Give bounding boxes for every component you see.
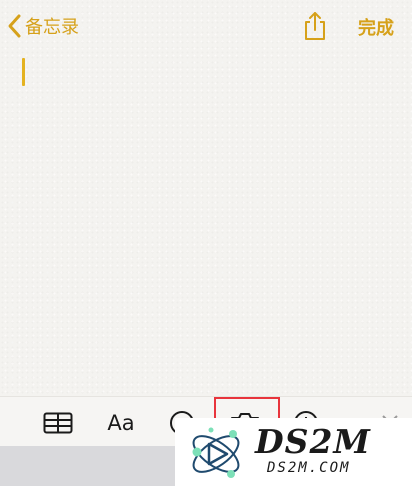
- chevron-left-icon: [8, 14, 21, 38]
- text-cursor: [22, 58, 25, 86]
- back-button[interactable]: 备忘录: [6, 10, 79, 42]
- share-button[interactable]: [301, 10, 329, 42]
- watermark-subtitle: DS2M.COM: [267, 460, 351, 476]
- watermark-title: DS2M: [255, 422, 371, 461]
- table-button[interactable]: [42, 409, 74, 437]
- table-icon: [43, 412, 73, 434]
- format-button[interactable]: Aa: [104, 409, 138, 437]
- share-icon: [305, 12, 325, 40]
- format-text-icon: Aa: [107, 411, 135, 435]
- back-button-label: 备忘录: [25, 17, 79, 38]
- atom-logo-icon: [192, 427, 240, 478]
- done-button[interactable]: 完成: [358, 14, 394, 40]
- note-editor[interactable]: [0, 50, 412, 390]
- watermark: DS2M DS2M.COM: [175, 418, 412, 486]
